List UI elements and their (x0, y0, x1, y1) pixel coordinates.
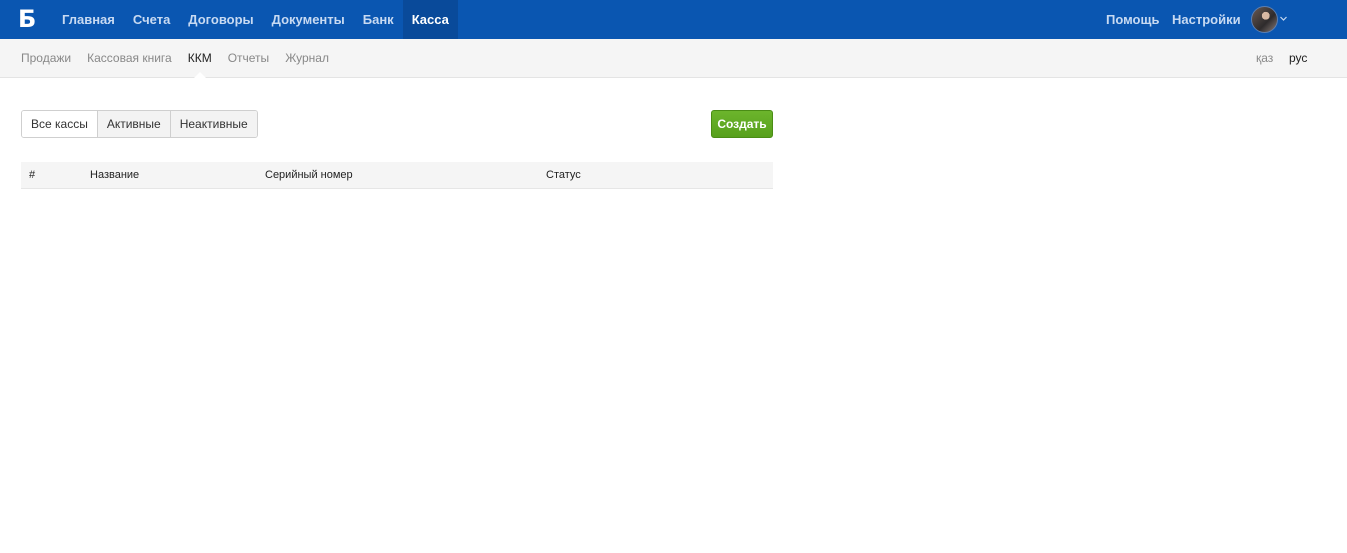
nav-item-contracts[interactable]: Договоры (179, 0, 262, 39)
subnav-item-journal[interactable]: Журнал (277, 39, 337, 77)
create-button[interactable]: Создать (711, 110, 773, 138)
lang-rus[interactable]: рус (1289, 39, 1307, 77)
top-bar: Б Главная Счета Договоры Документы Банк … (0, 0, 1347, 39)
help-link[interactable]: Помощь (1106, 0, 1159, 39)
nav-item-bank[interactable]: Банк (354, 0, 403, 39)
nav-item-main[interactable]: Главная (53, 0, 124, 39)
column-header-number[interactable]: # (29, 162, 35, 188)
subnav-item-kkm[interactable]: ККМ (180, 39, 220, 78)
column-header-serial[interactable]: Серийный номер (265, 162, 353, 188)
chevron-down-icon[interactable] (1280, 15, 1287, 22)
column-header-status[interactable]: Статус (546, 162, 581, 188)
sub-nav: Продажи Кассовая книга ККМ Отчеты Журнал (13, 39, 337, 78)
subnav-item-cash-book[interactable]: Кассовая книга (79, 39, 180, 77)
column-header-name[interactable]: Название (90, 162, 139, 188)
main-nav: Главная Счета Договоры Документы Банк Ка… (53, 0, 458, 39)
lang-kaz[interactable]: қаз (1256, 39, 1273, 77)
filter-active-button[interactable]: Активные (96, 111, 170, 137)
subnav-item-reports[interactable]: Отчеты (220, 39, 277, 77)
settings-link[interactable]: Настройки (1172, 0, 1241, 39)
subnav-item-sales[interactable]: Продажи (13, 39, 79, 77)
nav-item-documents[interactable]: Документы (263, 0, 354, 39)
table-header: # Название Серийный номер Статус (21, 162, 773, 189)
logo[interactable]: Б (18, 6, 36, 32)
nav-item-invoices[interactable]: Счета (124, 0, 179, 39)
filter-all-button[interactable]: Все кассы (22, 111, 97, 137)
avatar[interactable] (1251, 6, 1278, 33)
nav-item-cash[interactable]: Касса (402, 0, 458, 39)
filter-inactive-button[interactable]: Неактивные (169, 111, 257, 137)
status-filter-group: Все кассы Активные Неактивные (21, 110, 258, 138)
sub-nav-bar: Продажи Кассовая книга ККМ Отчеты Журнал… (0, 39, 1347, 78)
